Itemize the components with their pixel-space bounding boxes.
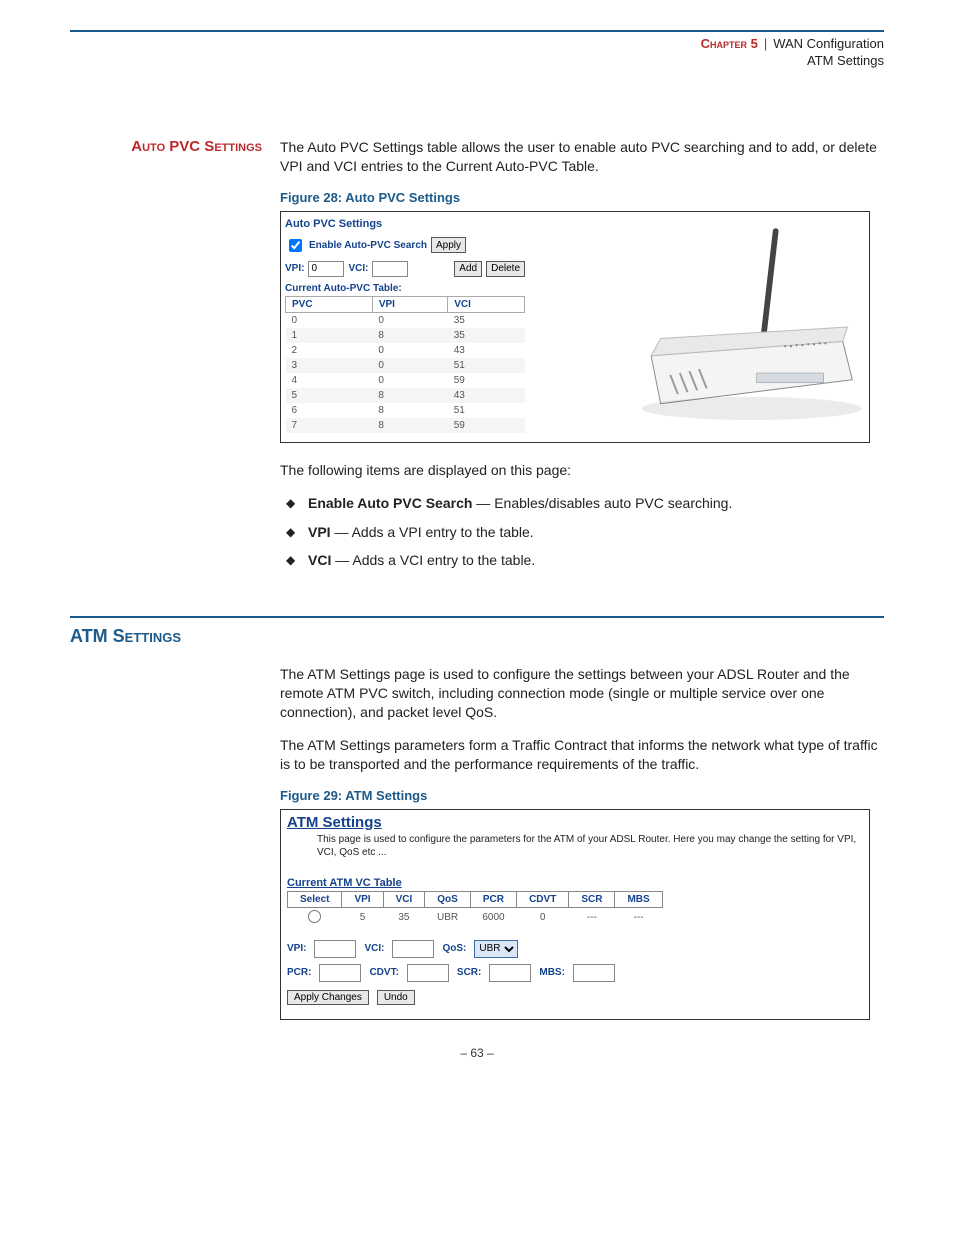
table-row: 0035	[286, 312, 525, 328]
atm-p1: The ATM Settings page is used to configu…	[280, 665, 884, 722]
section-rule	[70, 616, 884, 618]
form-qos-select[interactable]: UBR	[474, 940, 518, 958]
table-row: 2043	[286, 343, 525, 358]
table-row: 6851	[286, 403, 525, 418]
col-vpi: VPI	[342, 891, 383, 907]
header-rule	[70, 30, 884, 32]
enable-auto-pvc-label: Enable Auto-PVC Search	[309, 240, 427, 251]
auto-pvc-side-heading: Auto PVC Settings	[70, 138, 270, 580]
atm-p2: The ATM Settings parameters form a Traff…	[280, 736, 884, 774]
undo-button[interactable]: Undo	[377, 990, 415, 1005]
atm-panel-title: ATM Settings	[287, 814, 863, 831]
apply-changes-button[interactable]: Apply Changes	[287, 990, 369, 1005]
auto-pvc-intro: The Auto PVC Settings table allows the u…	[280, 138, 884, 176]
add-button[interactable]: Add	[454, 261, 482, 277]
col-vpi: VPI	[372, 296, 447, 312]
col-cdvt: CDVT	[517, 891, 569, 907]
auto-pvc-panel-title: Auto PVC Settings	[285, 218, 525, 230]
table-row: 5 35 UBR 6000 0 --- ---	[288, 907, 663, 928]
atm-panel-desc: This page is used to configure the param…	[287, 833, 863, 859]
col-select: Select	[288, 891, 342, 907]
table-row: 7859	[286, 418, 525, 433]
vci-input[interactable]	[372, 261, 408, 277]
displayed-items-list: Enable Auto PVC Search — Enables/disable…	[280, 494, 884, 571]
form-qos-label: QoS:	[442, 943, 466, 954]
form-scr-input[interactable]	[489, 964, 531, 982]
delete-button[interactable]: Delete	[486, 261, 525, 277]
table-row: 1835	[286, 328, 525, 343]
col-mbs: MBS	[615, 891, 662, 907]
form-cdvt-label: CDVT:	[369, 967, 398, 978]
col-vci: VCI	[383, 891, 425, 907]
page-number: – 63 –	[70, 1046, 884, 1060]
header-chapter: Chapter 5	[701, 36, 758, 51]
atm-vc-table: Select VPI VCI QoS PCR CDVT SCR MBS 5 35…	[287, 891, 663, 928]
vci-label: VCI:	[348, 263, 368, 274]
auto-pvc-table: PVC VPI VCI 0035 1835 2043 3051 4059 584…	[285, 296, 525, 433]
form-mbs-input[interactable]	[573, 964, 615, 982]
list-item: Enable Auto PVC Search — Enables/disable…	[280, 494, 884, 513]
header-sep: |	[764, 36, 767, 51]
form-mbs-label: MBS:	[539, 967, 565, 978]
form-cdvt-input[interactable]	[407, 964, 449, 982]
vc-select-radio[interactable]	[308, 910, 321, 923]
col-vci: VCI	[448, 296, 525, 312]
form-scr-label: SCR:	[457, 967, 481, 978]
router-illustration	[529, 212, 869, 442]
figure-29-caption: Figure 29: ATM Settings	[280, 788, 884, 803]
displayed-items-intro: The following items are displayed on thi…	[280, 461, 884, 480]
atm-vc-table-label: Current ATM VC Table	[287, 877, 863, 889]
form-pcr-input[interactable]	[319, 964, 361, 982]
table-row: 5843	[286, 388, 525, 403]
col-scr: SCR	[569, 891, 615, 907]
vpi-input[interactable]	[308, 261, 344, 277]
form-vpi-input[interactable]	[314, 940, 356, 958]
table-row: 3051	[286, 358, 525, 373]
form-vci-input[interactable]	[392, 940, 434, 958]
figure-28-caption: Figure 28: Auto PVC Settings	[280, 190, 884, 205]
form-vci-label: VCI:	[364, 943, 384, 954]
col-pvc: PVC	[286, 296, 373, 312]
figure-29: ATM Settings This page is used to config…	[280, 809, 870, 1020]
auto-pvc-table-label: Current Auto-PVC Table:	[285, 283, 525, 294]
vpi-label: VPI:	[285, 263, 304, 274]
apply-button[interactable]: Apply	[431, 237, 466, 253]
atm-settings-heading: ATM Settings	[70, 626, 884, 647]
enable-auto-pvc-checkbox[interactable]	[289, 239, 302, 252]
header-subtitle: ATM Settings	[70, 53, 884, 68]
page-header: Chapter 5 | WAN Configuration	[70, 36, 884, 51]
list-item: VCI — Adds a VCI entry to the table.	[280, 551, 884, 570]
col-pcr: PCR	[470, 891, 516, 907]
figure-28: Auto PVC Settings Enable Auto-PVC Search…	[280, 211, 870, 443]
col-qos: QoS	[425, 891, 471, 907]
list-item: VPI — Adds a VPI entry to the table.	[280, 523, 884, 542]
table-row: 4059	[286, 373, 525, 388]
header-title: WAN Configuration	[773, 36, 884, 51]
form-vpi-label: VPI:	[287, 943, 306, 954]
form-pcr-label: PCR:	[287, 967, 311, 978]
